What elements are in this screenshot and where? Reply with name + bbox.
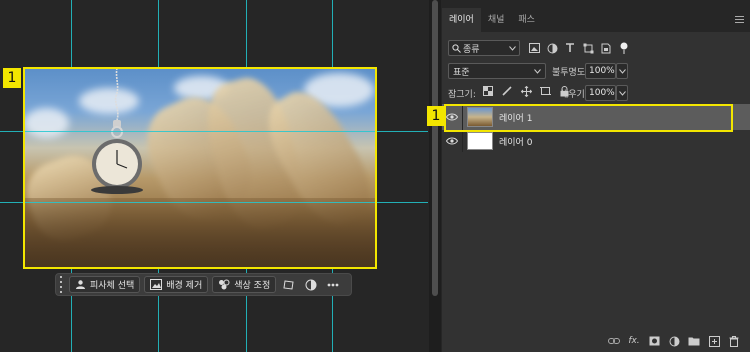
fill-label: 채우기: bbox=[560, 90, 588, 100]
layer-selection-highlight bbox=[444, 104, 733, 132]
select-subject-button[interactable]: 피사체 선택 bbox=[69, 276, 141, 293]
layer-filter-select[interactable]: 종류 bbox=[448, 40, 520, 56]
search-icon bbox=[452, 43, 461, 53]
shape-filter-icon[interactable] bbox=[582, 42, 594, 54]
remove-background-label: 배경 제거 bbox=[166, 281, 203, 291]
delete-trash-icon[interactable] bbox=[728, 335, 740, 347]
select-subject-label: 피사체 선택 bbox=[90, 281, 135, 291]
contextual-task-bar: 피사체 선택 배경 제거 색상 조정 bbox=[55, 273, 352, 296]
grip-handle[interactable] bbox=[58, 276, 63, 293]
color-adjust-label: 색상 조정 bbox=[234, 281, 271, 291]
transform-icon bbox=[283, 279, 294, 290]
fill-input[interactable]: 100% bbox=[585, 85, 616, 101]
new-layer-icon[interactable] bbox=[708, 335, 720, 347]
lock-icons bbox=[482, 85, 570, 97]
adjustment-filter-icon[interactable] bbox=[546, 42, 558, 54]
panel-tabs: 레이어 채널 패스 bbox=[442, 8, 750, 32]
chevron-down-icon bbox=[509, 45, 516, 51]
tab-layers[interactable]: 레이어 bbox=[442, 8, 481, 32]
scrollbar-thumb[interactable] bbox=[432, 0, 438, 296]
half-circle-icon bbox=[305, 279, 317, 290]
chevron-down-icon bbox=[534, 68, 541, 74]
smart-object-filter-icon[interactable] bbox=[600, 42, 612, 54]
tab-paths[interactable]: 패스 bbox=[511, 8, 542, 32]
adjustment-layer-icon[interactable] bbox=[668, 335, 680, 347]
lock-image-pixels-icon[interactable] bbox=[501, 85, 513, 97]
opacity-dropdown[interactable] bbox=[616, 63, 628, 79]
fill-dropdown[interactable] bbox=[616, 85, 628, 101]
pixel-filter-icon[interactable] bbox=[528, 42, 540, 54]
panel-footer: fx. bbox=[442, 330, 750, 352]
panel-top-strip bbox=[442, 0, 750, 8]
group-folder-icon[interactable] bbox=[688, 335, 700, 347]
filter-label: 종류 bbox=[463, 44, 480, 55]
panel-menu-icon[interactable] bbox=[735, 16, 744, 23]
blend-mode-value: 표준 bbox=[453, 67, 470, 78]
lock-artboard-icon[interactable] bbox=[539, 85, 551, 97]
opacity-input[interactable]: 100% bbox=[585, 63, 616, 79]
filter-toggle-icon[interactable] bbox=[618, 42, 630, 54]
canvas-area[interactable]: 1 피사체 선택 배경 제거 색상 조정 bbox=[0, 0, 428, 352]
lock-transparency-icon[interactable] bbox=[482, 85, 494, 97]
canvas-scrollbar[interactable] bbox=[429, 0, 441, 352]
tab-channels[interactable]: 채널 bbox=[481, 8, 512, 32]
type-filter-icon[interactable] bbox=[564, 42, 576, 54]
remove-background-button[interactable]: 배경 제거 bbox=[144, 276, 209, 293]
chevron-down-icon bbox=[618, 90, 626, 96]
column-divider bbox=[462, 130, 463, 152]
layers-panel: 레이어 채널 패스 종류 표준 불투명도: 100% 잠그기: 채우기: 100… bbox=[442, 0, 750, 352]
layer-badge: 1 bbox=[427, 106, 445, 126]
image-icon bbox=[150, 279, 163, 290]
color-adjust-button[interactable]: 색상 조정 bbox=[212, 276, 277, 293]
selection-badge: 1 bbox=[3, 68, 21, 88]
person-icon bbox=[76, 280, 85, 289]
blend-mode-select[interactable]: 표준 bbox=[448, 63, 546, 79]
link-layers-icon[interactable] bbox=[608, 335, 620, 347]
visibility-eye-icon[interactable] bbox=[442, 137, 462, 145]
adjustment-button[interactable] bbox=[302, 276, 320, 293]
ellipsis-icon bbox=[327, 283, 339, 286]
layer-name[interactable]: 레이어 0 bbox=[499, 135, 532, 148]
lock-position-icon[interactable] bbox=[520, 85, 532, 97]
fx-icon[interactable]: fx. bbox=[628, 335, 640, 347]
color-adjust-icon bbox=[219, 279, 230, 290]
filter-icons bbox=[528, 40, 630, 56]
selection-highlight bbox=[23, 67, 377, 269]
add-mask-icon[interactable] bbox=[648, 335, 660, 347]
lock-label: 잠그기: bbox=[448, 90, 476, 100]
layer-thumbnail bbox=[467, 132, 493, 150]
transform-button[interactable] bbox=[280, 276, 298, 293]
more-options-button[interactable] bbox=[324, 276, 342, 293]
layer-row-layer-0[interactable]: 레이어 0 bbox=[442, 130, 750, 152]
opacity-label: 불투명도: bbox=[552, 68, 589, 78]
chevron-down-icon bbox=[618, 68, 626, 74]
